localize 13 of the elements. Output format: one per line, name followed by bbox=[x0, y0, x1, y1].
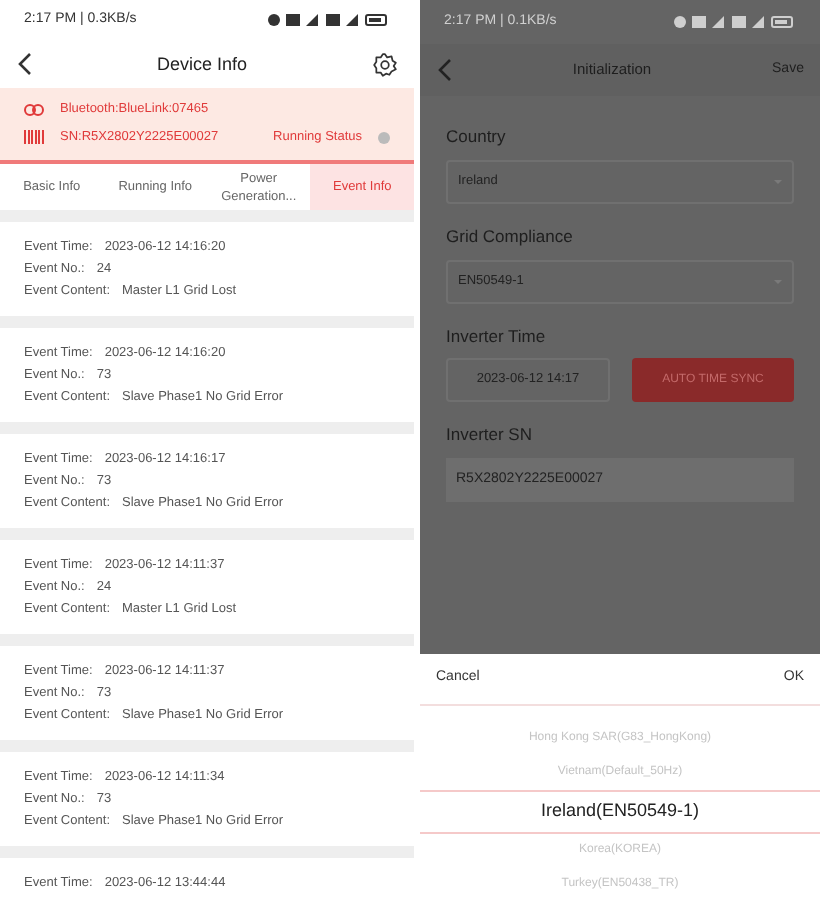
picker-option[interactable]: Ireland(EN50549-1) bbox=[420, 790, 820, 834]
status-indicator-icon bbox=[378, 131, 390, 144]
field-label: Inverter Time bbox=[446, 323, 548, 349]
field-label: Inverter SN bbox=[446, 422, 534, 448]
status-icons-drawing bbox=[672, 14, 796, 30]
status-icons-drawing bbox=[266, 12, 390, 29]
field-label: Grid Compliance bbox=[446, 223, 575, 249]
link-icon bbox=[24, 104, 44, 117]
header-title: Device Info bbox=[156, 51, 248, 78]
back-icon[interactable] bbox=[16, 52, 32, 77]
field-label: Country bbox=[446, 124, 508, 150]
barcode-icon bbox=[24, 130, 44, 145]
settings-icon[interactable] bbox=[372, 51, 398, 78]
